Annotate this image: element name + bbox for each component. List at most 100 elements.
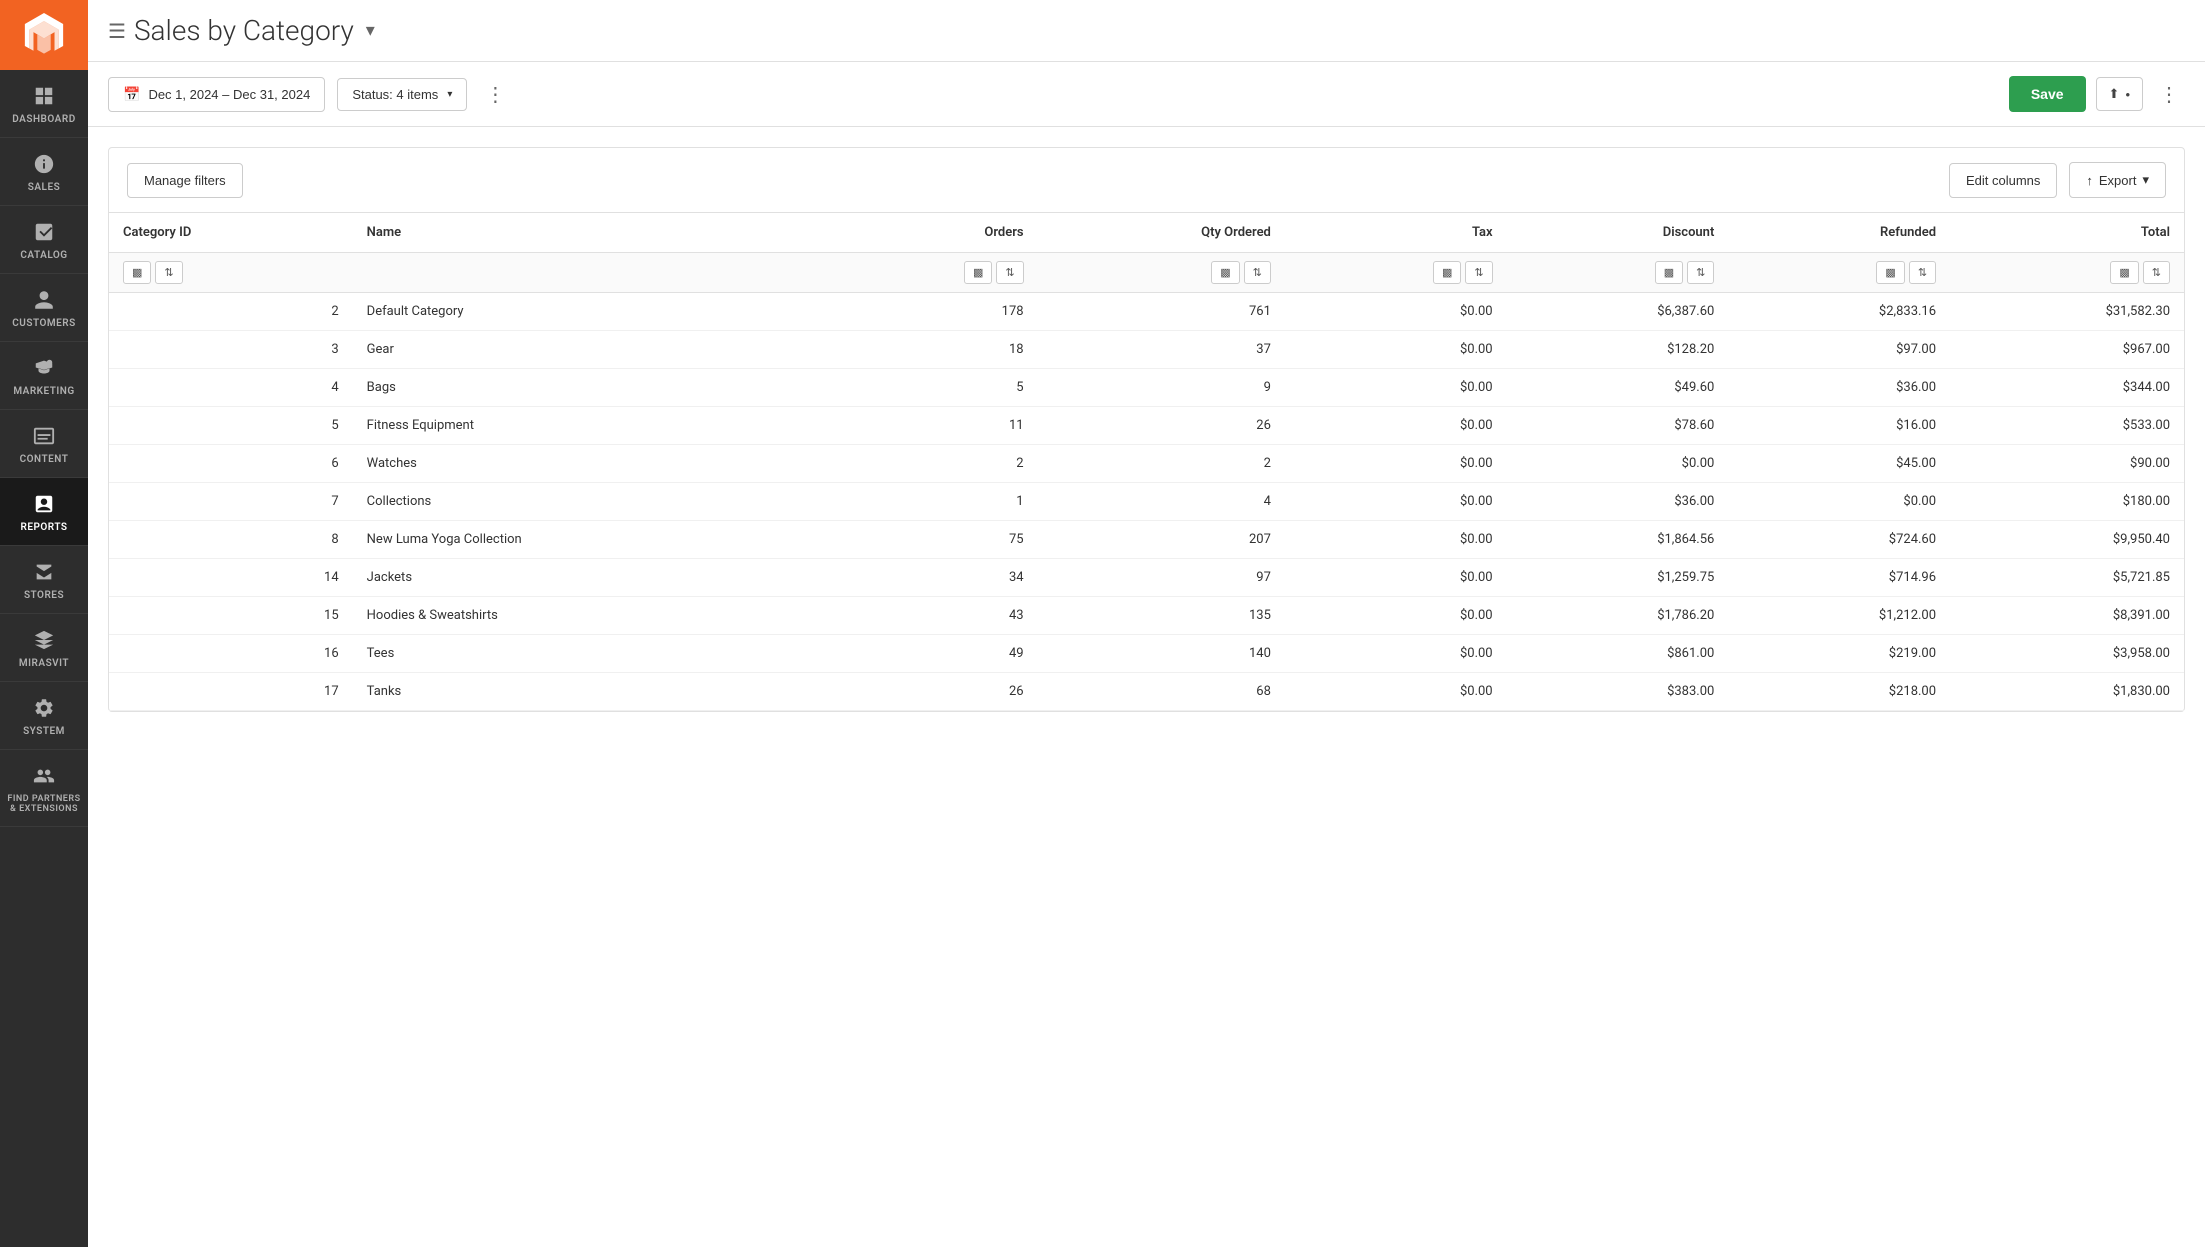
- cell-discount: $0.00: [1507, 445, 1729, 483]
- cell-tax: $0.00: [1285, 407, 1507, 445]
- cell-name: Watches: [353, 445, 816, 483]
- status-filter[interactable]: Status: 4 items ▾: [337, 78, 467, 111]
- export-label: Export: [2099, 173, 2137, 188]
- filter-chart-btn-qty[interactable]: ▩: [1211, 261, 1239, 284]
- cell-category-id: 6: [109, 445, 353, 483]
- cell-total: $344.00: [1950, 369, 2184, 407]
- cell-category-id: 7: [109, 483, 353, 521]
- status-filter-label: Status: 4 items: [352, 87, 438, 102]
- cell-orders: 2: [816, 445, 1038, 483]
- cell-orders: 43: [816, 597, 1038, 635]
- cell-orders: 26: [816, 673, 1038, 711]
- filter-sort-btn-tax[interactable]: ⇅: [1465, 261, 1492, 284]
- cell-refunded: $36.00: [1728, 369, 1950, 407]
- cell-orders: 1: [816, 483, 1038, 521]
- sidebar-item-stores[interactable]: STORES: [0, 546, 88, 614]
- filter-chart-btn-orders[interactable]: ▩: [964, 261, 992, 284]
- sidebar-item-system[interactable]: SYSTEM: [0, 682, 88, 750]
- customers-icon: [30, 286, 58, 314]
- page-title: Sales by Category: [134, 14, 354, 47]
- cell-qty-ordered: 68: [1038, 673, 1285, 711]
- save-button[interactable]: Save: [2009, 76, 2086, 112]
- filter-chart-btn-category-id[interactable]: ▩: [123, 261, 151, 284]
- sidebar-item-reports[interactable]: REPORTS: [0, 478, 88, 546]
- col-header-total: Total: [1950, 213, 2184, 253]
- export-button[interactable]: ↑ Export ▾: [2069, 162, 2166, 198]
- stores-icon: [30, 558, 58, 586]
- table-row: 6Watches22$0.00$0.00$45.00$90.00: [109, 445, 2184, 483]
- filter-cell-qty: ▩ ⇅: [1038, 253, 1285, 293]
- cell-orders: 18: [816, 331, 1038, 369]
- sales-table: Category ID Name Orders Qty Ordered Tax …: [109, 213, 2184, 711]
- edit-columns-button[interactable]: Edit columns: [1949, 163, 2057, 198]
- cell-orders: 34: [816, 559, 1038, 597]
- filter-chart-btn-discount[interactable]: ▩: [1655, 261, 1683, 284]
- filter-sort-btn-total[interactable]: ⇅: [2143, 261, 2170, 284]
- cell-tax: $0.00: [1285, 331, 1507, 369]
- cell-qty-ordered: 2: [1038, 445, 1285, 483]
- hamburger-icon[interactable]: ☰: [108, 19, 126, 43]
- cell-refunded: $16.00: [1728, 407, 1950, 445]
- cell-category-id: 16: [109, 635, 353, 673]
- cell-name: Gear: [353, 331, 816, 369]
- filter-sort-btn-orders[interactable]: ⇅: [996, 261, 1023, 284]
- toolbar-more-options[interactable]: ⋮: [479, 78, 511, 110]
- cell-discount: $1,259.75: [1507, 559, 1729, 597]
- filter-chart-btn-refunded[interactable]: ▩: [1876, 261, 1904, 284]
- cell-orders: 5: [816, 369, 1038, 407]
- cell-refunded: $219.00: [1728, 635, 1950, 673]
- main-content: ☰ Sales by Category ▾ 📅 Dec 1, 2024 – De…: [88, 0, 2205, 1247]
- filter-chart-btn-tax[interactable]: ▩: [1433, 261, 1461, 284]
- table-filter-row: ▩ ⇅ ▩ ⇅ ▩: [109, 253, 2184, 293]
- status-filter-chevron: ▾: [447, 89, 452, 100]
- date-range-label: Dec 1, 2024 – Dec 31, 2024: [148, 87, 310, 102]
- sidebar-item-stores-label: STORES: [24, 590, 64, 601]
- table-row: 4Bags59$0.00$49.60$36.00$344.00: [109, 369, 2184, 407]
- filter-controls-total: ▩ ⇅: [1964, 261, 2170, 284]
- filter-chart-btn-total[interactable]: ▩: [2110, 261, 2138, 284]
- cell-refunded: $1,212.00: [1728, 597, 1950, 635]
- calendar-icon: 📅: [123, 86, 140, 103]
- sidebar-item-dashboard[interactable]: DASHBOARD: [0, 70, 88, 138]
- table-row: 3Gear1837$0.00$128.20$97.00$967.00: [109, 331, 2184, 369]
- sidebar-item-catalog[interactable]: CATALOG: [0, 206, 88, 274]
- sales-icon: [30, 150, 58, 178]
- sidebar-item-mirasvit[interactable]: MIRASVIT: [0, 614, 88, 682]
- filters-bar: Manage filters Edit columns ↑ Export ▾: [109, 148, 2184, 213]
- cell-refunded: $0.00: [1728, 483, 1950, 521]
- manage-filters-button[interactable]: Manage filters: [127, 163, 243, 198]
- cell-tax: $0.00: [1285, 559, 1507, 597]
- col-header-refunded: Refunded: [1728, 213, 1950, 253]
- filters-right: Edit columns ↑ Export ▾: [1949, 162, 2166, 198]
- cell-qty-ordered: 37: [1038, 331, 1285, 369]
- filter-sort-btn-discount[interactable]: ⇅: [1687, 261, 1714, 284]
- filter-controls-discount: ▩ ⇅: [1521, 261, 1715, 284]
- share-dot: •: [2125, 87, 2130, 102]
- filter-sort-btn-qty[interactable]: ⇅: [1244, 261, 1271, 284]
- content-area: Manage filters Edit columns ↑ Export ▾ C…: [88, 127, 2205, 1247]
- filter-sort-btn-category-id[interactable]: ⇅: [155, 261, 182, 284]
- cell-qty-ordered: 135: [1038, 597, 1285, 635]
- col-header-tax: Tax: [1285, 213, 1507, 253]
- filter-cell-discount: ▩ ⇅: [1507, 253, 1729, 293]
- sidebar-item-customers[interactable]: CUSTOMERS: [0, 274, 88, 342]
- cell-discount: $6,387.60: [1507, 293, 1729, 331]
- cell-qty-ordered: 97: [1038, 559, 1285, 597]
- filter-sort-btn-refunded[interactable]: ⇅: [1909, 261, 1936, 284]
- cell-total: $31,582.30: [1950, 293, 2184, 331]
- cell-total: $967.00: [1950, 331, 2184, 369]
- filter-cell-name: [353, 253, 816, 293]
- cell-category-id: 4: [109, 369, 353, 407]
- filter-cell-category-id: ▩ ⇅: [109, 253, 353, 293]
- title-dropdown-icon[interactable]: ▾: [366, 20, 375, 41]
- sidebar-item-content[interactable]: CONTENT: [0, 410, 88, 478]
- cell-category-id: 15: [109, 597, 353, 635]
- table-row: 17Tanks2668$0.00$383.00$218.00$1,830.00: [109, 673, 2184, 711]
- more-options-button[interactable]: ⋮: [2153, 78, 2185, 110]
- sidebar-item-sales[interactable]: SALES: [0, 138, 88, 206]
- sidebar-item-partners[interactable]: FIND PARTNERS & EXTENSIONS: [0, 750, 88, 827]
- cell-name: Collections: [353, 483, 816, 521]
- share-button[interactable]: ⬆ •: [2096, 77, 2143, 111]
- date-range-filter[interactable]: 📅 Dec 1, 2024 – Dec 31, 2024: [108, 77, 325, 112]
- sidebar-item-marketing[interactable]: MARKETING: [0, 342, 88, 410]
